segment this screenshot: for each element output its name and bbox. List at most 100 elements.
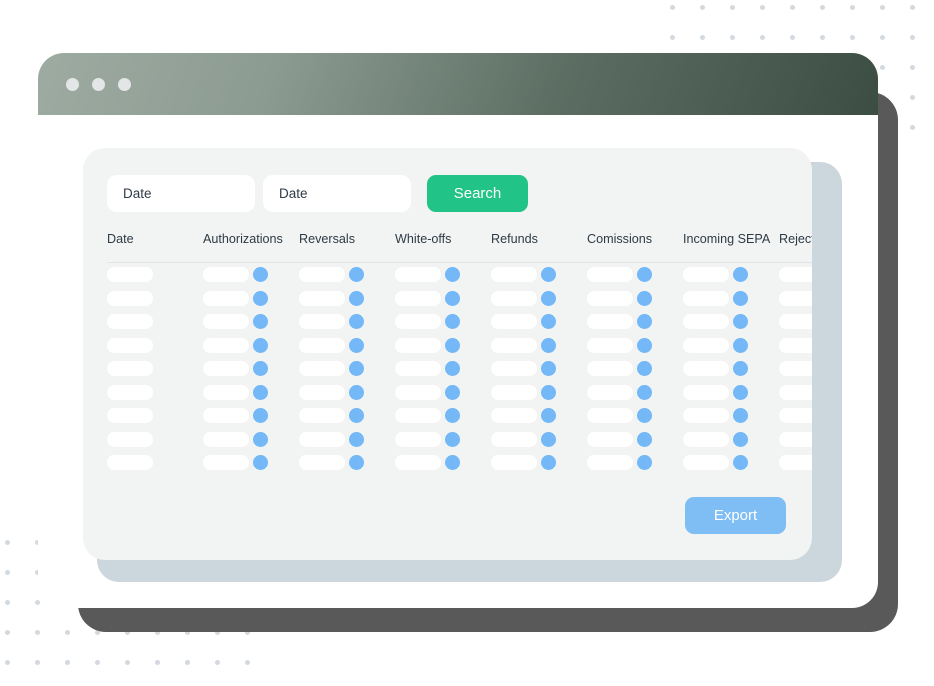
report-panel: Search DateAuthorizationsReversalsWhite-…: [83, 148, 812, 560]
decor-dot: [245, 660, 250, 665]
maximize-dot-icon[interactable]: [118, 77, 131, 91]
cell-placeholder-bar: [587, 455, 633, 471]
table-row[interactable]: [107, 428, 812, 452]
table-cell: [299, 337, 395, 353]
search-button[interactable]: Search: [427, 175, 528, 212]
cell-status-dot: [253, 455, 268, 471]
cell-placeholder-bar: [299, 408, 345, 424]
table-row[interactable]: [107, 334, 812, 358]
date-to-input[interactable]: [263, 175, 411, 212]
table-cell: [299, 384, 395, 400]
decor-dot: [910, 95, 915, 100]
cell-status-dot: [253, 384, 268, 400]
cell-status-dot: [541, 431, 556, 447]
decor-dot: [35, 630, 40, 635]
column-header[interactable]: Comissions: [587, 232, 683, 246]
table-row[interactable]: [107, 310, 812, 334]
cell-placeholder-bar: [107, 361, 153, 377]
table-cell: [587, 361, 683, 377]
table-row[interactable]: [107, 451, 812, 475]
decor-dot: [820, 5, 825, 10]
cell-placeholder-bar: [107, 408, 153, 424]
table-cell: [395, 384, 491, 400]
cell-status-dot: [637, 337, 652, 353]
cell-placeholder-bar: [683, 384, 729, 400]
table-cell: [299, 455, 395, 471]
cell-placeholder-bar: [107, 267, 153, 283]
decor-dot: [880, 5, 885, 10]
table-cell: [491, 314, 587, 330]
column-header[interactable]: Reversals: [299, 232, 395, 246]
table-cell: [395, 408, 491, 424]
column-header[interactable]: Refunds: [491, 232, 587, 246]
cell-placeholder-bar: [587, 361, 633, 377]
cell-status-dot: [445, 290, 460, 306]
table-cell: [203, 361, 299, 377]
table-cell: [107, 431, 203, 447]
column-header[interactable]: Authorizations: [203, 232, 299, 246]
cell-placeholder-bar: [395, 384, 441, 400]
cell-status-dot: [541, 361, 556, 377]
table-row[interactable]: [107, 404, 812, 428]
table-cell: [683, 408, 779, 424]
cell-placeholder-bar: [779, 361, 812, 377]
cell-status-dot: [733, 408, 748, 424]
decor-dot: [910, 5, 915, 10]
cell-placeholder-bar: [587, 431, 633, 447]
table-cell: [779, 455, 812, 471]
decor-dot: [760, 35, 765, 40]
cell-status-dot: [445, 337, 460, 353]
table-row[interactable]: [107, 287, 812, 311]
cell-placeholder-bar: [203, 337, 249, 353]
table-cell: [779, 337, 812, 353]
column-header[interactable]: White-offs: [395, 232, 491, 246]
column-header[interactable]: Incoming SEPA: [683, 232, 779, 246]
cell-placeholder-bar: [107, 431, 153, 447]
cell-status-dot: [445, 267, 460, 283]
cell-status-dot: [253, 361, 268, 377]
table-cell: [491, 267, 587, 283]
cell-status-dot: [733, 431, 748, 447]
minimize-dot-icon[interactable]: [92, 77, 105, 91]
table-cell: [683, 290, 779, 306]
cell-placeholder-bar: [203, 290, 249, 306]
cell-placeholder-bar: [587, 314, 633, 330]
table-row[interactable]: [107, 381, 812, 405]
cell-status-dot: [445, 455, 460, 471]
cell-placeholder-bar: [203, 455, 249, 471]
cell-status-dot: [349, 384, 364, 400]
table-cell: [203, 384, 299, 400]
decor-dot: [670, 5, 675, 10]
table-cell: [395, 431, 491, 447]
column-header[interactable]: Rejected by: [779, 232, 812, 246]
date-from-input[interactable]: [107, 175, 255, 212]
cell-status-dot: [637, 384, 652, 400]
column-header[interactable]: Date: [107, 232, 203, 246]
table-cell: [683, 361, 779, 377]
table-cell: [683, 314, 779, 330]
cell-status-dot: [733, 267, 748, 283]
table-cell: [779, 408, 812, 424]
table-row[interactable]: [107, 263, 812, 287]
cell-placeholder-bar: [491, 455, 537, 471]
cell-placeholder-bar: [491, 337, 537, 353]
table-cell: [491, 431, 587, 447]
close-dot-icon[interactable]: [66, 77, 79, 91]
export-button[interactable]: Export: [685, 496, 786, 534]
transactions-table: Date Authorizations Reversals White-offs Ref…: [83, 232, 812, 475]
decor-dot: [65, 660, 70, 665]
cell-placeholder-bar: [683, 290, 729, 306]
cell-placeholder-bar: [491, 314, 537, 330]
table-cell: [779, 314, 812, 330]
decor-dot: [820, 35, 825, 40]
decor-dot: [5, 630, 10, 635]
cell-placeholder-bar: [491, 384, 537, 400]
cell-status-dot: [253, 408, 268, 424]
table-row[interactable]: [107, 357, 812, 381]
table-cell: [203, 267, 299, 283]
cell-status-dot: [637, 290, 652, 306]
decor-dot: [670, 35, 675, 40]
cell-status-dot: [349, 337, 364, 353]
cell-status-dot: [349, 314, 364, 330]
cell-placeholder-bar: [587, 337, 633, 353]
